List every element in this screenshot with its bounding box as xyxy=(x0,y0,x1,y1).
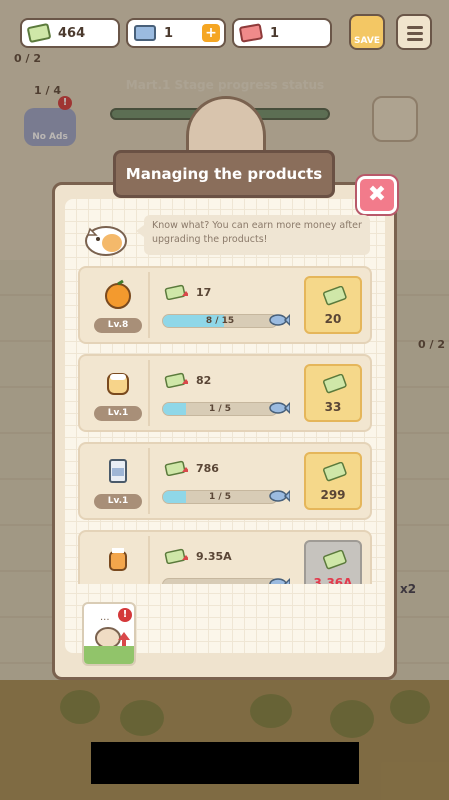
earnings-value: 17 xyxy=(196,286,212,299)
product-slot xyxy=(84,536,150,584)
fish-cost-icon xyxy=(269,577,290,584)
alert-badge-icon: ! xyxy=(118,608,132,622)
cash-icon xyxy=(323,374,347,394)
earnings-up-icon xyxy=(164,284,188,300)
upgrade-progress-text xyxy=(162,578,278,584)
cash-counter: 464 xyxy=(20,18,120,48)
svg-text:...: ... xyxy=(100,612,110,623)
tab-green-strip xyxy=(84,646,134,664)
milk-carton-icon xyxy=(109,459,127,483)
cash-icon xyxy=(323,550,347,570)
hamster-cat-icon xyxy=(85,226,127,256)
upgrade-button[interactable]: 3.36A xyxy=(304,540,362,584)
fish-icon xyxy=(134,25,156,41)
upgrade-price: 20 xyxy=(324,312,342,326)
fish-cost-icon xyxy=(269,313,290,327)
product-slot: Lv.1 xyxy=(84,360,150,426)
product-slot: Lv.8 xyxy=(84,272,150,338)
product-card: Lv.8 17 8 / 15 20 xyxy=(78,266,372,344)
earnings-value: 82 xyxy=(196,374,212,387)
upgrade-button[interactable]: 33 xyxy=(304,364,362,422)
earnings-up-icon xyxy=(164,372,188,388)
upgrade-progress-text: 8 / 15 xyxy=(205,316,235,326)
upgrade-button[interactable]: 20 xyxy=(304,276,362,334)
ticket-counter: 1 xyxy=(232,18,332,48)
upgrade-progress-text: 1 / 5 xyxy=(208,404,232,414)
orange-icon xyxy=(105,279,131,309)
cash-icon xyxy=(323,286,347,306)
fish-value: 1 xyxy=(164,25,174,41)
menu-line xyxy=(407,38,423,41)
menu-line xyxy=(407,32,423,35)
fish-cost-icon xyxy=(269,401,290,415)
product-slot: Lv.1 xyxy=(84,448,150,514)
level-badge: Lv.1 xyxy=(94,406,142,421)
upgrade-price: 3.36A xyxy=(313,576,353,584)
menu-line xyxy=(407,26,423,29)
ticket-icon xyxy=(238,23,264,43)
tip-row: Know what? You can earn more money after… xyxy=(82,211,372,261)
ticket-value: 1 xyxy=(270,25,280,41)
product-card: 9.35A 3.36A xyxy=(78,530,372,584)
pudding-icon xyxy=(107,373,129,395)
upgrade-price: 33 xyxy=(324,400,342,414)
earnings-up-icon xyxy=(164,460,188,476)
save-button[interactable]: SAVE xyxy=(349,14,385,50)
earnings-value: 9.35A xyxy=(196,550,232,563)
upgrade-button[interactable]: 299 xyxy=(304,452,362,510)
level-badge: Lv.1 xyxy=(94,494,142,509)
earnings-up-icon xyxy=(164,548,188,564)
fish-cost-icon xyxy=(269,489,290,503)
earnings-value: 786 xyxy=(196,462,219,475)
add-fish-button[interactable]: + xyxy=(202,24,220,42)
product-card: Lv.1 82 1 / 5 33 xyxy=(78,354,372,432)
tip-bubble: Know what? You can earn more money after… xyxy=(136,215,370,255)
close-button[interactable]: ✖ xyxy=(357,176,397,214)
fish-counter: 1 + xyxy=(126,18,226,48)
menu-button[interactable] xyxy=(396,14,432,50)
honey-jar-icon xyxy=(109,548,127,571)
cash-icon xyxy=(26,22,52,44)
cash-icon xyxy=(323,462,347,482)
upgrade-progress-text: 1 / 5 xyxy=(208,492,232,502)
product-card: Lv.1 786 1 / 5 299 xyxy=(78,442,372,520)
upgrade-price: 299 xyxy=(320,488,346,502)
modal-title: Managing the products xyxy=(113,150,335,198)
level-badge: Lv.8 xyxy=(94,318,142,333)
cash-value: 464 xyxy=(58,25,86,41)
redacted-bar xyxy=(91,742,359,784)
product-list[interactable]: Lv.8 17 8 / 15 20 Lv.1 82 1 / 5 33 Lv.1 … xyxy=(78,266,372,584)
